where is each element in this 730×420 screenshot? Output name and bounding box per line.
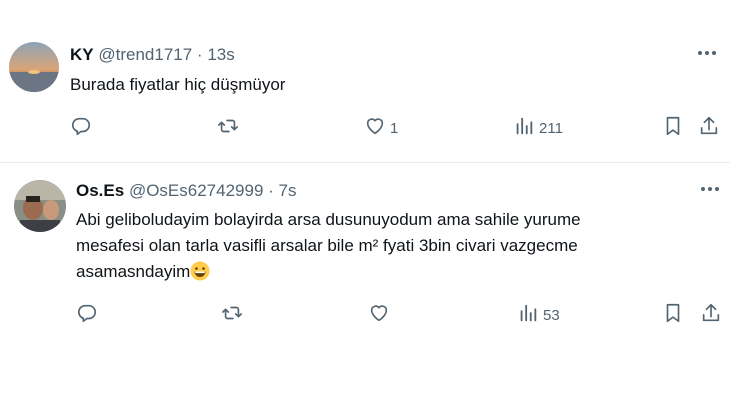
heart-icon (368, 302, 390, 328)
tweet-text-line: Abi geliboludayim bolayirda arsa dusunuy… (76, 210, 581, 229)
tweet-text-line: mesafesi olan tarla vasifli arsalar bile… (76, 236, 578, 255)
bookmark-icon (662, 302, 684, 328)
display-name[interactable]: Os.Es (76, 181, 124, 200)
timestamp[interactable]: 7s (279, 181, 297, 200)
tweet-header: Os.Es @OsEs62742999 · 7s (76, 181, 297, 201)
separator: · (268, 181, 274, 200)
tweet-text-line: asamasndayim (76, 259, 676, 285)
views-button[interactable]: 53 (517, 302, 560, 328)
like-button[interactable] (368, 302, 390, 328)
reply-button[interactable] (76, 302, 98, 328)
share-button[interactable] (700, 302, 722, 328)
share-icon (700, 302, 722, 328)
views-icon (517, 302, 539, 328)
grinning-emoji (190, 261, 210, 281)
tweet: Os.Es @OsEs62742999 · 7s Abi geliboluday… (0, 0, 730, 324)
retweet-button[interactable] (221, 302, 243, 328)
avatar[interactable] (14, 180, 66, 232)
more-icon[interactable] (700, 181, 720, 192)
views-count: 53 (543, 306, 560, 324)
handle[interactable]: @OsEs62742999 (129, 181, 263, 200)
tweet-text: Abi geliboludayim bolayirda arsa dusunuy… (76, 207, 676, 285)
reply-icon (76, 302, 98, 328)
bookmark-button[interactable] (662, 302, 684, 328)
tweet-text-line-end: asamasndayim (76, 262, 191, 281)
retweet-icon (221, 302, 243, 328)
